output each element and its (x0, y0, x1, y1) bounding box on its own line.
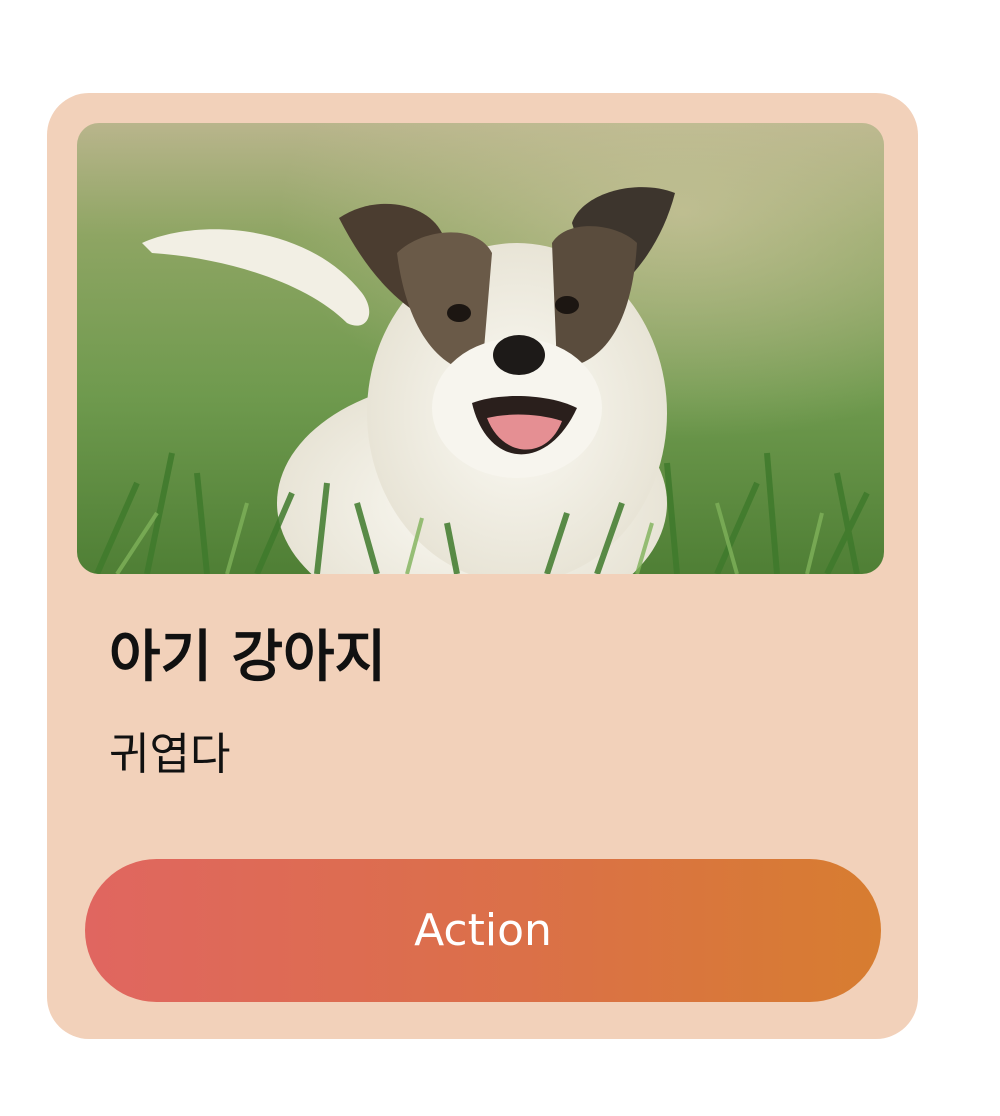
card-title: 아기 강아지 (109, 625, 387, 690)
card-image (77, 123, 884, 574)
product-card: 아기 강아지 귀엽다 Action (47, 93, 918, 1039)
puppy-photo-icon (77, 123, 884, 574)
card-subtitle: 귀엽다 (109, 729, 231, 780)
action-button[interactable]: Action (85, 859, 881, 1002)
